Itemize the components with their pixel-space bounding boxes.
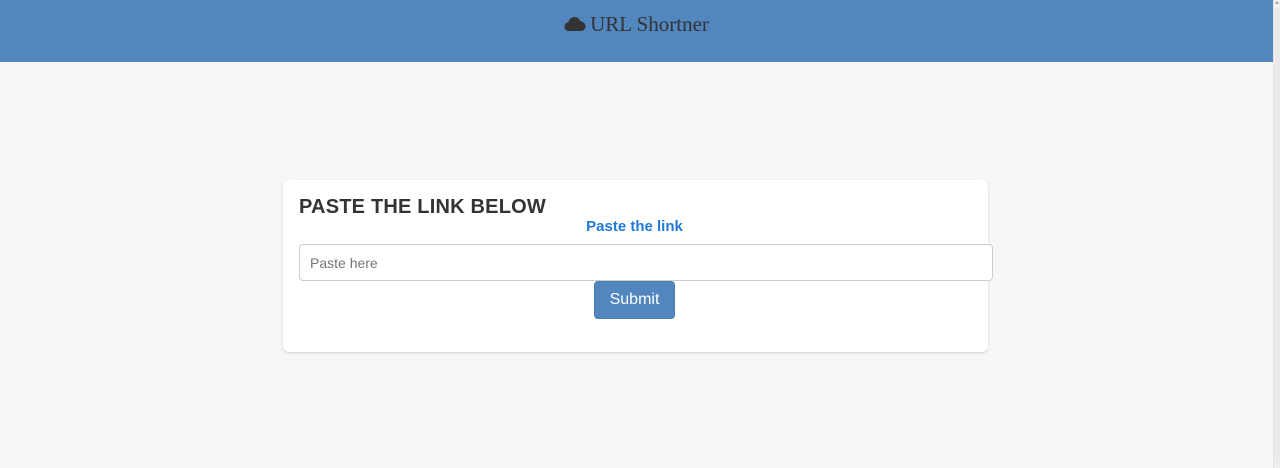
link-field-label: Paste the link — [586, 218, 683, 235]
scroll-up-arrow-icon[interactable] — [1275, 1, 1279, 4]
page-scrollbar[interactable] — [1273, 0, 1280, 468]
top-navbar: URL Shortner — [0, 0, 1273, 62]
link-input[interactable] — [299, 244, 993, 281]
submit-button[interactable]: Submit — [594, 281, 675, 319]
brand-link[interactable]: URL Shortner — [564, 12, 709, 37]
card-title: PASTE THE LINK BELOW — [299, 196, 546, 218]
scrollbar-thumb[interactable] — [1275, 8, 1280, 463]
shortener-card: PASTE THE LINK BELOW Paste the link Subm… — [283, 180, 993, 352]
cloud-icon — [564, 16, 586, 32]
brand-title: URL Shortner — [590, 11, 709, 36]
